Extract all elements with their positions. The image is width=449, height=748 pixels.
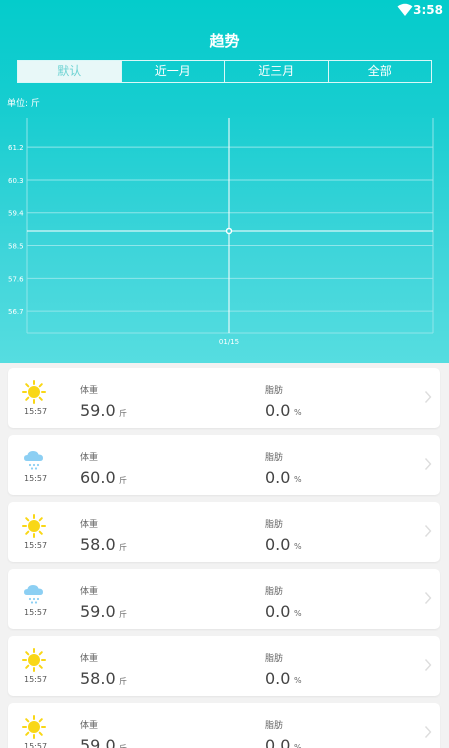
- chevron-right-icon: [424, 659, 432, 671]
- range-tabs: 默认 近一月 近三月 全部: [17, 60, 432, 83]
- sun-icon: [22, 648, 46, 672]
- tab-last-month[interactable]: 近一月: [120, 61, 225, 82]
- sun-icon: [22, 514, 46, 538]
- weight-value: 59.0: [80, 401, 116, 420]
- weight-unit: 斤: [119, 409, 127, 418]
- header: 3:58 趋势 默认 近一月 近三月 全部 单位: 斤 61.2 60.3 59.4…: [0, 0, 449, 363]
- fat-value: 0.0: [265, 602, 291, 621]
- weight-unit: 斤: [119, 677, 127, 686]
- weight-unit: 斤: [119, 610, 127, 619]
- chevron-right-icon: [424, 391, 432, 403]
- y-tick-label: 58.5: [8, 243, 24, 251]
- sun-icon: [22, 380, 46, 404]
- y-tick-label: 59.4: [8, 210, 24, 218]
- trend-chart[interactable]: 61.2 60.3 59.4 58.5 57.6 56.7 01/15: [0, 110, 449, 355]
- record-list: 15:57 体重 59.0 斤脂肪 0.0% 15:57 体重 60.0 斤脂肪 0.0% 15:5…: [8, 368, 440, 748]
- chevron-right-icon: [424, 525, 432, 537]
- weight-value: 60.0: [80, 468, 116, 487]
- weight-label: 体重: [80, 721, 99, 731]
- weight-label: 体重: [80, 587, 99, 597]
- y-tick-label: 61.2: [8, 144, 24, 152]
- record-time: 15:57: [24, 407, 48, 416]
- status-bar: 3:58: [0, 0, 449, 22]
- fat-label: 脂肪: [265, 587, 284, 597]
- rain-cloud-icon: [24, 585, 43, 604]
- record-time: 15:57: [24, 541, 48, 550]
- record-card[interactable]: 15:57 体重 58.0 斤 脂肪 0.0%: [8, 636, 440, 696]
- fat-label: 脂肪: [265, 654, 284, 664]
- record-time: 15:57: [24, 675, 48, 684]
- weight-value: 59.0: [80, 602, 116, 621]
- fat-value: 0.0: [265, 401, 291, 420]
- tab-all[interactable]: 全部: [327, 61, 432, 82]
- weight-label: 体重: [80, 386, 99, 396]
- weight-label: 体重: [80, 654, 99, 664]
- fat-unit: %: [294, 743, 302, 748]
- fat-unit: %: [294, 475, 302, 484]
- weight-label: 体重: [80, 520, 99, 530]
- record-time: 15:57: [24, 742, 48, 748]
- record-card[interactable]: 15:57 体重 59.0斤 脂肪 0.0%: [8, 569, 440, 629]
- chevron-right-icon: [424, 726, 432, 738]
- fat-value: 0.0: [265, 736, 291, 748]
- weight-unit: 斤: [119, 543, 127, 552]
- chevron-right-icon: [424, 458, 432, 470]
- fat-value: 0.0: [265, 468, 291, 487]
- fat-unit: %: [294, 542, 302, 551]
- status-time: 3:58: [413, 3, 443, 17]
- record-card[interactable]: 15:57 体重 59.0斤 脂肪 0.0%: [8, 703, 440, 748]
- x-tick-label: 01/15: [219, 338, 239, 346]
- record-time: 15:57: [24, 608, 48, 617]
- weight-unit: 斤: [119, 743, 127, 748]
- fat-label: 脂肪: [265, 721, 284, 731]
- y-tick-label: 56.7: [8, 308, 24, 316]
- record-card[interactable]: 15:57 体重 58.0 斤 脂肪 0.0%: [8, 502, 440, 562]
- weight-value: 58.0: [80, 535, 116, 554]
- sun-icon: [22, 715, 46, 739]
- chevron-right-icon: [424, 592, 432, 604]
- y-tick-label: 57.6: [8, 275, 24, 283]
- fat-unit: %: [294, 408, 302, 417]
- y-tick-label: 60.3: [8, 177, 24, 185]
- page-title: 趋势: [209, 32, 240, 50]
- fat-label: 脂肪: [265, 453, 284, 463]
- weight-value: 59.0: [80, 736, 116, 748]
- fat-value: 0.0: [265, 535, 291, 554]
- fat-unit: %: [294, 676, 302, 685]
- weight-label: 体重: [80, 453, 99, 463]
- tab-last-three-months[interactable]: 近三月: [224, 61, 328, 82]
- data-point: [225, 227, 233, 235]
- record-card[interactable]: 15:57 体重 59.0斤 脂肪 0.0%: [8, 368, 440, 428]
- weight-unit: 斤: [119, 476, 127, 485]
- record-card[interactable]: 15:57 体重 60.0 斤 脂肪 0.0%: [8, 435, 440, 495]
- wifi-icon: [397, 3, 413, 16]
- weight-value: 58.0: [80, 669, 116, 688]
- tab-default[interactable]: 默认: [18, 61, 121, 82]
- fat-unit: %: [294, 609, 302, 618]
- record-time: 15:57: [24, 474, 48, 483]
- fat-value: 0.0: [265, 669, 291, 688]
- chart-unit-label: 单位: 斤: [7, 99, 40, 109]
- fat-label: 脂肪: [265, 520, 284, 530]
- rain-cloud-icon: [24, 451, 43, 470]
- fat-label: 脂肪: [265, 386, 284, 396]
